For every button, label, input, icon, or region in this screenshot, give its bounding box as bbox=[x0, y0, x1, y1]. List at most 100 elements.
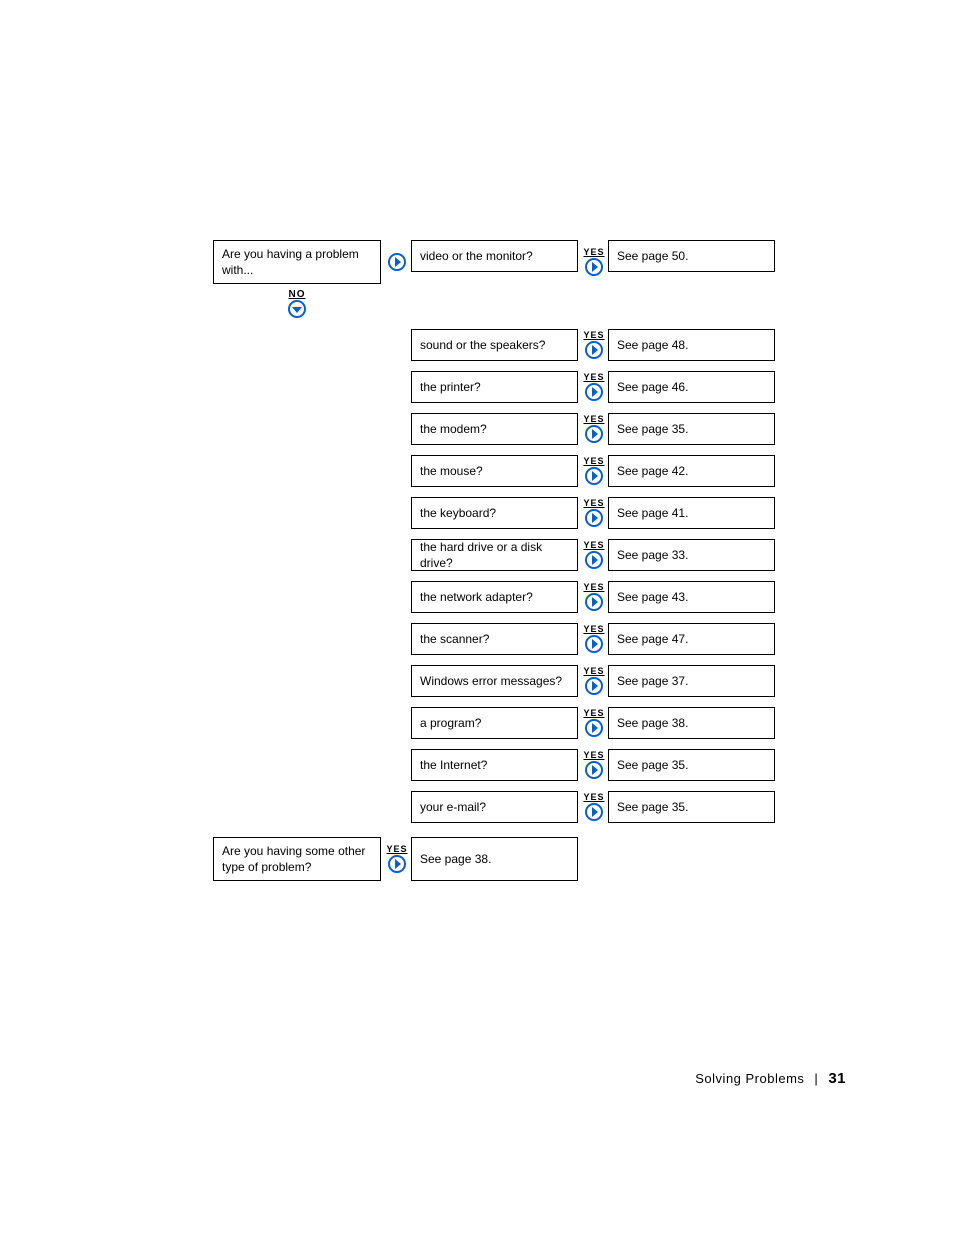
answer-box: See page 35. bbox=[608, 791, 775, 823]
yes-connector: YES bbox=[578, 791, 608, 823]
flow-row-start: Are you having a problem with... video o… bbox=[213, 240, 783, 284]
spacer bbox=[213, 791, 381, 823]
yes-label: YES bbox=[583, 415, 604, 424]
empty-connector bbox=[381, 791, 411, 823]
answer-box: See page 41. bbox=[608, 497, 775, 529]
answer-text: See page 41. bbox=[617, 505, 688, 521]
answer-text: See page 38. bbox=[617, 715, 688, 731]
flow-row: the network adapter?YESSee page 43. bbox=[213, 581, 783, 613]
problem-text: sound or the speakers? bbox=[420, 337, 545, 353]
empty-connector bbox=[381, 581, 411, 613]
empty-connector bbox=[381, 455, 411, 487]
yes-label: YES bbox=[583, 583, 604, 592]
question-problem-with: Are you having a problem with... bbox=[213, 240, 381, 284]
yes-label: YES bbox=[583, 751, 604, 760]
answer-text: See page 37. bbox=[617, 673, 688, 689]
answer-box: See page 43. bbox=[608, 581, 775, 613]
yes-connector: YES bbox=[578, 413, 608, 445]
spacer bbox=[213, 581, 381, 613]
empty-connector bbox=[381, 413, 411, 445]
problem-box: a program? bbox=[411, 707, 578, 739]
arrow-right-icon bbox=[585, 635, 603, 653]
question-other-problem: Are you having some other type of proble… bbox=[213, 837, 381, 881]
yes-connector: YES bbox=[578, 623, 608, 655]
problem-box: sound or the speakers? bbox=[411, 329, 578, 361]
flow-row: the keyboard?YESSee page 41. bbox=[213, 497, 783, 529]
yes-connector: YES bbox=[578, 497, 608, 529]
troubleshooting-flowchart: Are you having a problem with... video o… bbox=[213, 240, 783, 891]
answer-box: See page 50. bbox=[608, 240, 775, 272]
arrow-right-icon bbox=[585, 551, 603, 569]
answer-box: See page 35. bbox=[608, 749, 775, 781]
yes-label: YES bbox=[583, 248, 604, 257]
answer-text: See page 47. bbox=[617, 631, 688, 647]
answer-box: See page 48. bbox=[608, 329, 775, 361]
yes-label: YES bbox=[583, 541, 604, 550]
yes-connector: YES bbox=[578, 240, 608, 284]
answer-text: See page 42. bbox=[617, 463, 688, 479]
answer-box: See page 35. bbox=[608, 413, 775, 445]
flow-row: the modem? YES See page 35. bbox=[213, 413, 783, 445]
flow-row: the Internet? YES See page 35. bbox=[213, 749, 783, 781]
empty-connector bbox=[381, 497, 411, 529]
arrow-down-icon bbox=[288, 300, 306, 318]
answer-text: See page 38. bbox=[420, 851, 491, 867]
arrow-right-icon bbox=[585, 425, 603, 443]
spacer bbox=[213, 623, 381, 655]
problem-box: the printer? bbox=[411, 371, 578, 403]
page-number: 31 bbox=[828, 1070, 846, 1087]
flow-row: the hard drive or a disk drive? YES See pa… bbox=[213, 539, 783, 571]
arrow-right-icon bbox=[585, 677, 603, 695]
empty-connector bbox=[381, 623, 411, 655]
yes-connector: YES bbox=[381, 837, 411, 881]
yes-label: YES bbox=[583, 373, 604, 382]
yes-connector: YES bbox=[578, 329, 608, 361]
yes-label: YES bbox=[583, 793, 604, 802]
empty-connector bbox=[381, 749, 411, 781]
arrow-right-icon bbox=[388, 855, 406, 873]
problem-box: the modem? bbox=[411, 413, 578, 445]
problem-text: the printer? bbox=[420, 379, 481, 395]
yes-label: YES bbox=[583, 667, 604, 676]
answer-text: See page 33. bbox=[617, 547, 688, 563]
flow-row-other: Are you having some other type of proble… bbox=[213, 837, 783, 881]
flow-row: sound or the speakers? YES See page 48. bbox=[213, 329, 783, 361]
answer-text: See page 35. bbox=[617, 421, 688, 437]
yes-label: YES bbox=[583, 709, 604, 718]
problem-box: Windows error messages? bbox=[411, 665, 578, 697]
empty-connector bbox=[381, 539, 411, 571]
problem-text: the mouse? bbox=[420, 463, 483, 479]
answer-box: See page 47. bbox=[608, 623, 775, 655]
empty-connector bbox=[381, 371, 411, 403]
footer-separator: | bbox=[814, 1071, 818, 1086]
problem-box: the hard drive or a disk drive? bbox=[411, 539, 578, 571]
problem-box: video or the monitor? bbox=[411, 240, 578, 272]
spacer bbox=[213, 665, 381, 697]
problem-text: the modem? bbox=[420, 421, 487, 437]
arrow-right-icon bbox=[585, 719, 603, 737]
answer-text: See page 48. bbox=[617, 337, 688, 353]
arrow-right-icon bbox=[585, 509, 603, 527]
problem-text: the Internet? bbox=[420, 757, 487, 773]
question-text: Are you having some other type of proble… bbox=[222, 843, 372, 875]
problem-box: the mouse? bbox=[411, 455, 578, 487]
spacer bbox=[213, 707, 381, 739]
answer-text: See page 35. bbox=[617, 799, 688, 815]
answer-text: See page 43. bbox=[617, 589, 688, 605]
arrow-right-icon bbox=[585, 803, 603, 821]
flow-row: the printer?YESSee page 46. bbox=[213, 371, 783, 403]
flow-row: your e-mail?YESSee page 35. bbox=[213, 791, 783, 823]
question-text: Are you having a problem with... bbox=[222, 246, 372, 278]
arrow-right-icon bbox=[585, 593, 603, 611]
spacer bbox=[213, 497, 381, 529]
yes-connector: YES bbox=[578, 707, 608, 739]
spacer bbox=[213, 371, 381, 403]
flow-row: the scanner?YESSee page 47. bbox=[213, 623, 783, 655]
problem-box: the Internet? bbox=[411, 749, 578, 781]
yes-connector: YES bbox=[578, 749, 608, 781]
answer-box: See page 38. bbox=[608, 707, 775, 739]
problem-text: video or the monitor? bbox=[420, 248, 533, 264]
flow-row: Windows error messages? YES See page 37. bbox=[213, 665, 783, 697]
empty-connector bbox=[381, 707, 411, 739]
answer-box: See page 37. bbox=[608, 665, 775, 697]
